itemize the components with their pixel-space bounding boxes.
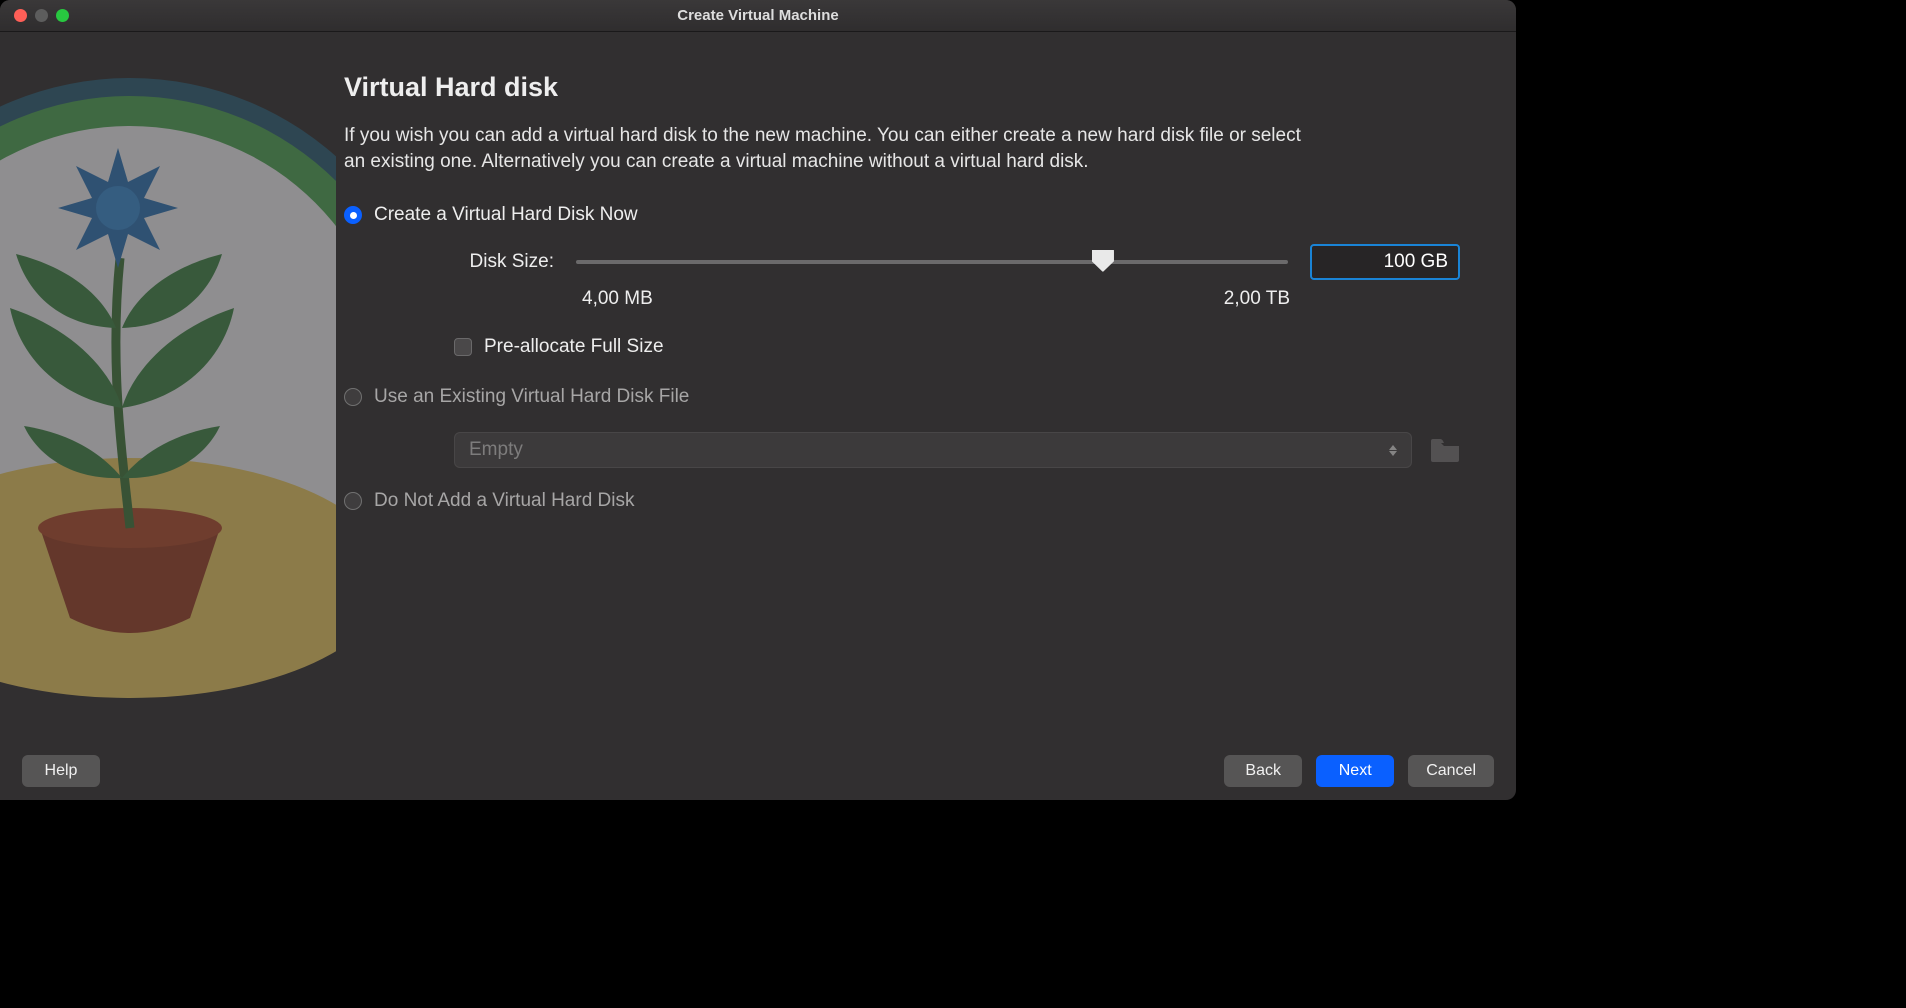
disk-size-label: Disk Size: <box>454 251 554 273</box>
preallocate-label: Pre-allocate Full Size <box>484 336 664 358</box>
existing-file-selected: Empty <box>469 439 523 461</box>
option-create-now[interactable]: Create a Virtual Hard Disk Now <box>344 204 1460 226</box>
wizard-illustration <box>0 32 336 800</box>
disk-size-group: Disk Size: 4,00 MB 2,00 TB Pre-allocate … <box>454 244 1460 358</box>
preallocate-row[interactable]: Pre-allocate Full Size <box>454 336 1460 358</box>
slider-track <box>576 260 1288 264</box>
window-title: Create Virtual Machine <box>0 7 1516 24</box>
next-button[interactable]: Next <box>1316 755 1394 787</box>
disk-size-input[interactable] <box>1310 244 1460 280</box>
create-vm-window: Create Virtual Machine <box>0 0 1516 800</box>
radio-use-existing[interactable] <box>344 388 362 406</box>
option-use-existing-label: Use an Existing Virtual Hard Disk File <box>374 386 689 408</box>
existing-file-dropdown[interactable]: Empty <box>454 432 1412 468</box>
option-do-not-add-label: Do Not Add a Virtual Hard Disk <box>374 490 635 512</box>
slider-thumb[interactable] <box>1092 250 1114 272</box>
disk-size-min: 4,00 MB <box>582 288 653 310</box>
chevron-updown-icon <box>1389 445 1397 456</box>
existing-file-row: Empty <box>454 432 1460 468</box>
preallocate-checkbox[interactable] <box>454 338 472 356</box>
wizard-footer: Help Back Next Cancel <box>0 742 1516 800</box>
titlebar: Create Virtual Machine <box>0 0 1516 32</box>
browse-file-button[interactable] <box>1430 438 1460 462</box>
disk-size-max: 2,00 TB <box>1224 288 1290 310</box>
close-window-button[interactable] <box>14 9 27 22</box>
option-create-now-label: Create a Virtual Hard Disk Now <box>374 204 638 226</box>
minimize-window-button[interactable] <box>35 9 48 22</box>
cancel-button[interactable]: Cancel <box>1408 755 1494 787</box>
plant-illustration <box>0 58 336 758</box>
back-button[interactable]: Back <box>1224 755 1302 787</box>
maximize-window-button[interactable] <box>56 9 69 22</box>
window-controls <box>14 9 69 22</box>
radio-do-not-add[interactable] <box>344 492 362 510</box>
disk-size-slider[interactable] <box>576 251 1288 273</box>
radio-create-now[interactable] <box>344 206 362 224</box>
page-title: Virtual Hard disk <box>344 72 1460 103</box>
option-use-existing[interactable]: Use an Existing Virtual Hard Disk File <box>344 386 1460 408</box>
wizard-content: Virtual Hard disk If you wish you can ad… <box>336 32 1516 800</box>
page-description: If you wish you can add a virtual hard d… <box>344 123 1324 174</box>
help-button[interactable]: Help <box>22 755 100 787</box>
option-do-not-add[interactable]: Do Not Add a Virtual Hard Disk <box>344 490 1460 512</box>
